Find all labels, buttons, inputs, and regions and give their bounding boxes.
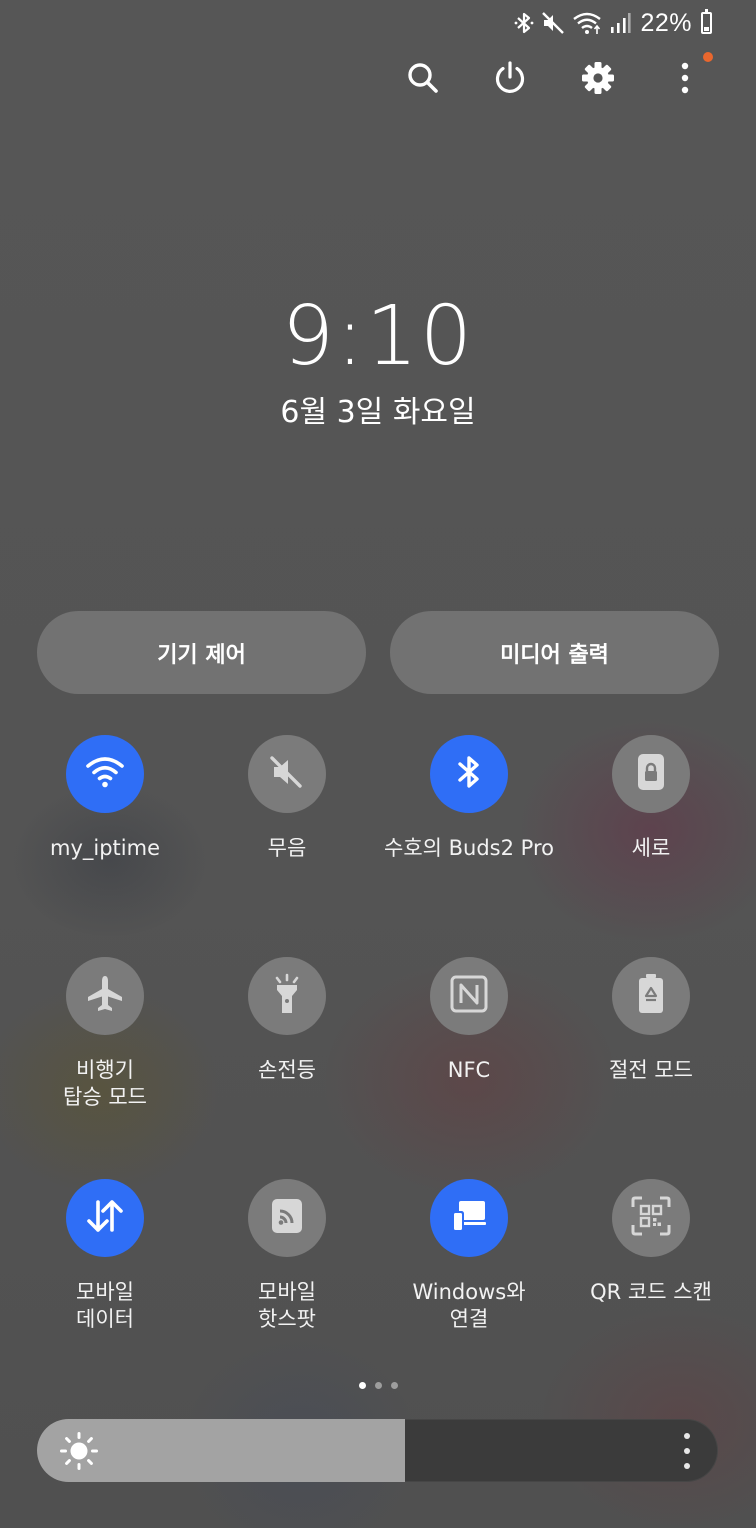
- mobile-data-icon: [84, 1196, 126, 1240]
- nfc-toggle[interactable]: [430, 957, 508, 1035]
- power-saving-toggle[interactable]: [612, 957, 690, 1035]
- more-options-button[interactable]: [661, 56, 709, 104]
- page-dot[interactable]: [358, 1382, 366, 1389]
- power-button[interactable]: [486, 56, 534, 104]
- tile-airplane-mode[interactable]: 비행기 탑승 모드: [14, 957, 196, 1111]
- more-dot-icon: [684, 1433, 690, 1439]
- mute-toggle[interactable]: [248, 735, 326, 813]
- notification-dot: [703, 52, 713, 62]
- mobile-hotspot-toggle[interactable]: [248, 1179, 326, 1257]
- brightness-slider[interactable]: [37, 1419, 718, 1482]
- qr-scan-icon: [630, 1195, 672, 1241]
- airplane-mode-toggle[interactable]: [66, 957, 144, 1035]
- more-options-icon: [679, 61, 691, 99]
- wifi-icon: [572, 11, 602, 35]
- mute-icon: [541, 11, 565, 35]
- page-dot[interactable]: [390, 1382, 398, 1389]
- mute-icon: [267, 752, 307, 796]
- tile-label: 모바일 핫스팟: [258, 1280, 316, 1331]
- airplane-icon: [84, 973, 126, 1019]
- hotspot-icon: [270, 1197, 304, 1239]
- more-dot-icon: [684, 1463, 690, 1469]
- tile-flashlight[interactable]: 손전등: [196, 957, 378, 1084]
- quick-panel-toolbar: [0, 56, 756, 104]
- settings-button[interactable]: [574, 56, 622, 104]
- portrait-lock-icon: [635, 752, 667, 796]
- tile-label: QR 코드 스캔: [590, 1280, 712, 1304]
- clock-time[interactable]: 9:10: [0, 292, 756, 382]
- tile-qr-scan[interactable]: QR 코드 스캔: [560, 1179, 742, 1306]
- flashlight-icon: [269, 973, 305, 1019]
- tile-portrait[interactable]: 세로: [560, 735, 742, 862]
- sun-icon: [59, 1431, 99, 1471]
- tile-label: 수호의 Buds2 Pro: [384, 836, 554, 860]
- qr-scan-toggle[interactable]: [612, 1179, 690, 1257]
- tile-label: 무음: [267, 836, 307, 860]
- nfc-icon: [449, 974, 489, 1018]
- bluetooth-icon: [454, 752, 484, 796]
- tile-wifi[interactable]: my_iptime: [14, 735, 196, 862]
- battery-percent: 22%: [640, 8, 692, 37]
- tile-label: 손전등: [258, 1058, 316, 1082]
- tile-mute[interactable]: 무음: [196, 735, 378, 862]
- tile-mobile-hotspot[interactable]: 모바일 핫스팟: [196, 1179, 378, 1333]
- clock-date[interactable]: 6월 3일 화요일: [0, 393, 756, 433]
- brightness-more-options-button[interactable]: [680, 1433, 694, 1469]
- battery-icon: [701, 9, 712, 34]
- flashlight-toggle[interactable]: [248, 957, 326, 1035]
- media-output-button[interactable]: 미디어 출력: [390, 611, 719, 694]
- page-dot[interactable]: [374, 1382, 382, 1389]
- status-bar: 22%: [514, 6, 712, 40]
- wifi-icon: [85, 755, 125, 793]
- tile-label: my_iptime: [50, 836, 160, 860]
- search-icon: [405, 60, 441, 100]
- power-icon: [492, 60, 528, 100]
- device-control-button[interactable]: 기기 제어: [37, 611, 366, 694]
- tile-power-saving[interactable]: 절전 모드: [560, 957, 742, 1084]
- tile-label: 비행기 탑승 모드: [63, 1058, 147, 1109]
- power-saving-icon: [636, 973, 666, 1019]
- tile-label: 절전 모드: [609, 1058, 693, 1082]
- link-to-windows-icon: [448, 1198, 490, 1238]
- tile-mobile-data[interactable]: 모바일 데이터: [14, 1179, 196, 1333]
- tile-bluetooth[interactable]: 수호의 Buds2 Pro: [378, 735, 560, 862]
- search-button[interactable]: [399, 56, 447, 104]
- tile-nfc[interactable]: NFC: [378, 957, 560, 1084]
- mobile-data-toggle[interactable]: [66, 1179, 144, 1257]
- more-dot-icon: [684, 1448, 690, 1454]
- tile-label: NFC: [447, 1058, 491, 1082]
- bluetooth-toggle[interactable]: [430, 735, 508, 813]
- tile-label: 세로: [631, 836, 671, 860]
- page-indicator: [0, 1382, 756, 1389]
- tile-link-to-windows[interactable]: Windows와 연결: [378, 1179, 560, 1333]
- bluetooth-icon: [514, 11, 534, 35]
- tile-label: 모바일 데이터: [76, 1280, 134, 1331]
- settings-icon: [580, 60, 616, 100]
- tile-label: Windows와 연결: [412, 1280, 526, 1331]
- link-to-windows-toggle[interactable]: [430, 1179, 508, 1257]
- signal-icon: [609, 12, 632, 34]
- portrait-toggle[interactable]: [612, 735, 690, 813]
- wifi-toggle[interactable]: [66, 735, 144, 813]
